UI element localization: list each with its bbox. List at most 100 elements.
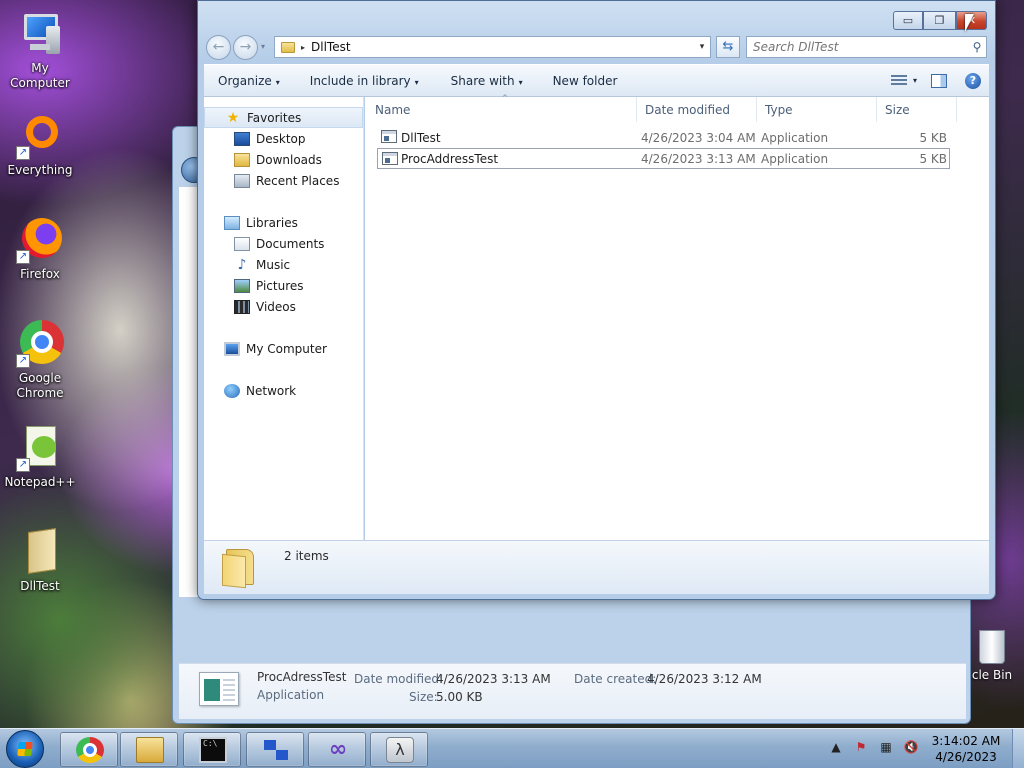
clock-date: 4/26/2023 [935,750,997,764]
chevron-down-icon[interactable]: ▾ [913,76,917,85]
taskbar-button-lambda-app[interactable]: λ [370,732,428,767]
music-icon: ♪ [237,256,247,273]
share-with-menu[interactable]: Share with ▾ [429,74,533,88]
nav-item-my-computer[interactable]: My Computer [204,338,363,359]
folder-icon [281,41,295,53]
volume-muted-icon[interactable]: 🔇 [903,739,919,755]
desktop-icon-my-computer[interactable]: My Computer [0,10,80,91]
recycle-bin-icon [979,630,1005,664]
address-bar[interactable]: ▸ DllTest ▾ [274,36,711,58]
network-icon[interactable]: ▦ [878,739,894,755]
nav-item-label: Downloads [256,152,322,167]
preview-pane-icon[interactable] [931,73,947,88]
nav-item-label: Music [256,257,291,272]
file-date-modified: 4/26/2023 3:13 AM [641,151,756,166]
view-controls: ▾ ? [890,72,989,89]
shortcut-arrow-icon: ↗ [16,146,30,160]
desktop-icon-notepad-plus-plus[interactable]: ↗ Notepad++ [0,424,80,490]
organize-label: Organize [218,73,272,88]
forward-button[interactable]: → [233,35,258,60]
column-header-name[interactable]: Name ^ [367,94,637,122]
details-status-bar: 2 items [204,540,989,594]
file-type: Application [761,130,829,145]
file-name: DllTest [401,130,441,145]
firefox-icon: ↗ [16,216,64,264]
desktop-icon-label: Firefox [20,267,60,281]
recent-pages-dropdown[interactable]: ▾ [261,42,265,51]
details-pane: ProcAdressTest Application Date modified… [179,663,966,719]
desktop-icon-label: Everything [7,163,73,177]
command-bar: Organize ▾ Include in library ▾ Share with… [204,64,989,97]
nav-item-desktop[interactable]: Desktop [204,128,363,149]
help-icon[interactable]: ? [965,72,981,89]
taskbar-button-command-prompt[interactable]: C:\ [183,732,241,767]
refresh-button[interactable]: ⇆ [716,36,740,58]
folder-icon [222,547,260,589]
include-in-library-menu[interactable]: Include in library ▾ [290,74,429,88]
show-hidden-icons-icon[interactable]: ▲ [828,739,844,755]
address-dropdown-icon[interactable]: ▾ [694,42,710,52]
desktop-icon-firefox[interactable]: ↗ Firefox [0,216,80,282]
nav-item-label: Pictures [256,278,304,293]
nav-item-label: My Computer [246,341,327,356]
taskbar-button-chrome[interactable] [60,732,118,767]
nav-item-documents[interactable]: Documents [204,233,363,254]
action-center-flag-icon[interactable]: ⚑ [853,739,869,755]
nav-item-label: Documents [256,236,325,251]
explorer-window[interactable]: ▭ ❐ ✕ ← → ▾ ▸ DllTest ▾ ⇆ ⚲ Organize▾ In… [197,0,996,600]
include-in-library-label: Include in library [309,73,411,88]
taskbar-button-windows-explorer[interactable] [120,732,178,767]
breadcrumb-path[interactable]: DllTest [311,40,694,54]
file-list: Name ^ Date modified Type Size DllTest 4… [365,94,989,540]
nav-item-favorites[interactable]: ★ Favorites [204,107,363,128]
application-icon [382,152,398,165]
nav-item-label: Videos [256,299,296,314]
navigation-pane: ★ Favorites Desktop Downloads Recent Pla… [204,97,364,540]
change-view-icon[interactable] [890,74,907,87]
details-file-type: Application [257,688,325,702]
mouse-cursor-icon [965,14,974,32]
column-header-date-modified[interactable]: Date modified [637,97,757,122]
nav-item-label: Libraries [246,215,298,230]
nav-item-label: Favorites [247,110,302,125]
search-input[interactable] [747,40,968,54]
back-button[interactable]: ← [206,35,231,60]
nav-item-network[interactable]: Network [204,380,363,401]
nav-item-downloads[interactable]: Downloads [204,149,363,170]
nav-item-label: Desktop [256,131,306,146]
chevron-down-icon: ▾ [414,77,419,87]
desktop-icon-everything[interactable]: ↗ Everything [0,112,80,178]
file-row-procaddresstest[interactable]: ProcAddressTest 4/26/2023 3:13 AM Applic… [377,148,950,169]
lambda-app-icon: λ [386,737,414,763]
minimize-button[interactable]: ▭ [893,11,923,30]
show-desktop-button[interactable] [1012,729,1024,768]
column-header-type[interactable]: Type [757,97,877,122]
new-folder-button[interactable]: New folder [533,74,628,88]
nav-item-pictures[interactable]: Pictures [204,275,363,296]
breadcrumb-separator-icon[interactable]: ▸ [301,43,305,52]
desktop-icon-dlltest[interactable]: DllTest [0,528,80,594]
navigation-bar: ← → ▾ ▸ DllTest ▾ ⇆ ⚲ [206,34,987,60]
sort-ascending-icon: ^ [502,94,508,102]
shortcut-arrow-icon: ↗ [16,354,30,368]
start-button[interactable] [6,730,44,768]
clock[interactable]: 3:14:02 AM 4/26/2023 [928,733,1004,765]
search-icon[interactable]: ⚲ [968,40,986,54]
nav-item-recent-places[interactable]: Recent Places [204,170,363,191]
nav-item-videos[interactable]: Videos [204,296,363,317]
maximize-button[interactable]: ❐ [923,11,956,30]
taskbar-button-diagram-app[interactable] [246,732,304,767]
organize-menu[interactable]: Organize ▾ [204,74,290,88]
desktop-icon-google-chrome[interactable]: ↗ Google Chrome [0,320,80,401]
column-header-size[interactable]: Size [877,97,957,122]
application-icon [381,130,397,143]
command-prompt-icon: C:\ [199,737,227,763]
nav-item-libraries[interactable]: Libraries [204,212,363,233]
taskbar-button-infinity-app[interactable]: ∞ [308,732,366,767]
search-box[interactable]: ⚲ [746,36,987,58]
nav-item-music[interactable]: ♪ Music [204,254,363,275]
pictures-icon [234,278,250,293]
details-date-modified-label: Date modified: [354,672,444,686]
taskbar: C:\ ∞ λ ▲ ⚑ ▦ 🔇 3:14:02 AM 4/26/2023 [0,728,1024,768]
file-row-dlltest[interactable]: DllTest 4/26/2023 3:04 AM Application 5 … [377,127,950,148]
